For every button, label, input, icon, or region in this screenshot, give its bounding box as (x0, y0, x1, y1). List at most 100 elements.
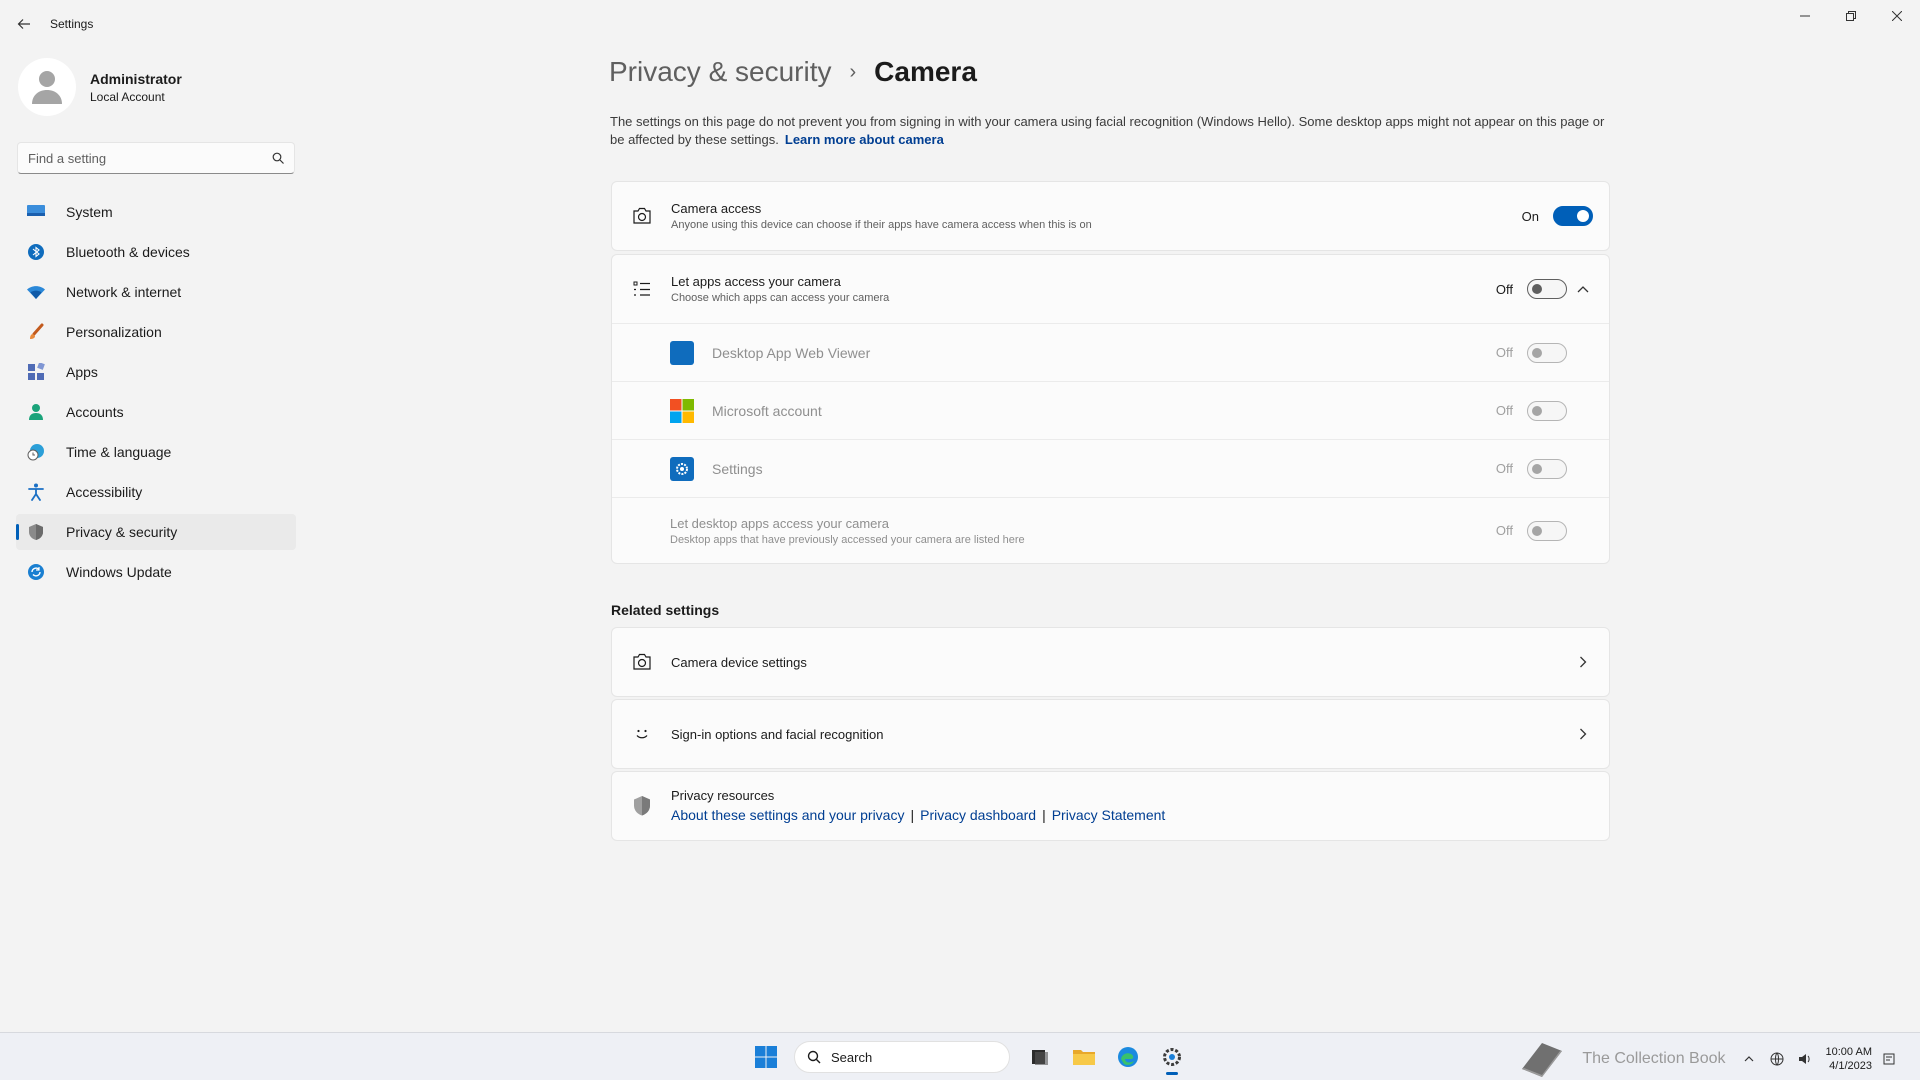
app-row-microsoft-account: Microsoft account Off (612, 381, 1609, 439)
sidebar-item-label: Privacy & security (66, 524, 178, 540)
signin-options-row[interactable]: Sign-in options and facial recognition (612, 700, 1609, 768)
camera-access-subtitle: Anyone using this device can choose if t… (671, 219, 1092, 231)
desktop-apps-state: Off (1495, 523, 1513, 538)
back-button[interactable] (12, 12, 36, 36)
apps-access-state: Off (1495, 281, 1513, 297)
user-profile[interactable]: Administrator Local Account (18, 58, 182, 116)
gear-icon (1163, 1048, 1181, 1066)
app-name: Microsoft account (712, 402, 822, 419)
chevron-up-icon[interactable] (1571, 277, 1595, 301)
chevron-right-icon (1571, 650, 1595, 674)
desktop-apps-toggle[interactable] (1527, 520, 1567, 541)
sidebar-item-label: Apps (66, 364, 98, 380)
close-button[interactable] (1874, 0, 1920, 32)
breadcrumb-parent[interactable]: Privacy & security (609, 56, 832, 88)
camera-device-settings-label: Camera device settings (671, 654, 807, 670)
sidebar-item-windows-update[interactable]: Windows Update (16, 554, 296, 590)
sidebar-item-bluetooth[interactable]: Bluetooth & devices (16, 234, 296, 270)
breadcrumb-separator: › (849, 60, 857, 83)
notification-icon[interactable] (1878, 1048, 1900, 1070)
privacy-dashboard-link[interactable]: Privacy dashboard (920, 807, 1036, 823)
minimize-icon (1800, 15, 1810, 17)
apps-access-row[interactable]: Let apps access your camera Choose which… (612, 255, 1609, 323)
list-icon (630, 277, 654, 301)
shield-icon (26, 522, 46, 542)
sidebar-item-label: Windows Update (66, 564, 172, 580)
minimize-button[interactable] (1782, 0, 1828, 32)
camera-icon (630, 204, 654, 228)
camera-access-toggle[interactable] (1553, 206, 1593, 226)
taskbar-center: Search (746, 1039, 1196, 1075)
settings-gear-icon (670, 456, 694, 481)
link-separator: | (1042, 806, 1046, 823)
sidebar-item-label: Time & language (66, 444, 172, 460)
sidebar-item-label: System (66, 204, 113, 220)
file-explorer-button[interactable] (1064, 1039, 1104, 1075)
profile-account-type: Local Account (90, 89, 165, 104)
edge-browser-button[interactable] (1108, 1039, 1148, 1075)
web-viewer-toggle[interactable] (1527, 342, 1567, 363)
sidebar-item-accessibility[interactable]: Accessibility (16, 474, 296, 510)
signin-options-card[interactable]: Sign-in options and facial recognition (611, 699, 1610, 769)
sidebar-item-apps[interactable]: Apps (16, 354, 296, 390)
sidebar-item-label: Accessibility (66, 484, 143, 500)
task-view-button[interactable] (1020, 1039, 1060, 1075)
link-separator: | (910, 806, 915, 823)
intro-description: The settings on this page do not prevent… (610, 113, 1610, 149)
apps-access-toggle[interactable] (1527, 279, 1567, 299)
volume-icon[interactable] (1794, 1048, 1816, 1070)
clock[interactable]: 10:00 AM 4/1/2023 (1826, 1045, 1872, 1073)
sidebar-item-privacy-security[interactable]: Privacy & security (16, 514, 296, 550)
bluetooth-icon (26, 242, 46, 262)
taskbar-search-label: Search (831, 1049, 873, 1065)
monitor-icon (26, 202, 46, 222)
globe-icon[interactable] (1766, 1048, 1788, 1070)
microsoft-account-toggle[interactable] (1527, 400, 1567, 421)
privacy-resources-card: Privacy resources About these settings a… (611, 771, 1610, 841)
person-silhouette-icon (32, 71, 62, 104)
chevron-up-icon[interactable] (1738, 1048, 1760, 1070)
face-icon (630, 722, 654, 746)
app-row-settings: Settings Off (612, 439, 1609, 497)
apps-icon (26, 362, 46, 382)
signin-options-label: Sign-in options and facial recognition (671, 726, 884, 742)
system-tray: The Collection Book 10:00 AM 4/1/2023 (1518, 1039, 1900, 1079)
sidebar-item-label: Network & internet (66, 284, 182, 300)
person-icon (26, 402, 46, 422)
camera-access-title: Camera access (671, 201, 762, 216)
wifi-icon (26, 282, 46, 302)
taskbar-search[interactable]: Search (794, 1041, 1010, 1073)
desktop-apps-row: Let desktop apps access your camera Desk… (612, 497, 1609, 563)
privacy-statement-link[interactable]: Privacy Statement (1052, 807, 1166, 823)
about-privacy-link[interactable]: About these settings and your privacy (671, 807, 904, 823)
find-setting-box[interactable] (17, 142, 295, 174)
restore-button[interactable] (1828, 0, 1874, 32)
privacy-resources-title: Privacy resources (671, 787, 775, 803)
app-state: Off (1495, 403, 1513, 418)
restore-icon (1846, 11, 1856, 21)
clock-date: 4/1/2023 (1829, 1060, 1872, 1072)
search-icon[interactable] (272, 152, 284, 164)
sidebar-item-label: Personalization (66, 324, 162, 340)
settings-app-toggle[interactable] (1527, 458, 1567, 479)
apps-access-subtitle: Choose which apps can access your camera (671, 292, 890, 304)
apps-access-card: Let apps access your camera Choose which… (611, 254, 1610, 564)
desktop-apps-subtitle: Desktop apps that have previously access… (670, 533, 1025, 546)
desktop-apps-title: Let desktop apps access your camera (670, 515, 889, 531)
sidebar-item-accounts[interactable]: Accounts (16, 394, 296, 430)
camera-access-card: Camera access Anyone using this device c… (611, 181, 1610, 251)
settings-taskbar-button[interactable] (1152, 1039, 1192, 1075)
intro-text: The settings on this page do not prevent… (610, 114, 1605, 147)
start-button[interactable] (746, 1039, 786, 1075)
camera-device-settings-row[interactable]: Camera device settings (612, 628, 1609, 696)
sidebar-item-personalization[interactable]: Personalization (16, 314, 296, 350)
sidebar-item-time-language[interactable]: Time & language (16, 434, 296, 470)
edge-icon (1118, 1047, 1138, 1067)
app-state: Off (1495, 461, 1513, 476)
learn-more-link[interactable]: Learn more about camera (785, 132, 944, 147)
sidebar-item-system[interactable]: System (16, 194, 296, 230)
find-setting-input[interactable] (28, 150, 272, 166)
camera-device-settings-card[interactable]: Camera device settings (611, 627, 1610, 697)
sidebar-item-network[interactable]: Network & internet (16, 274, 296, 310)
chevron-right-icon (1571, 722, 1595, 746)
